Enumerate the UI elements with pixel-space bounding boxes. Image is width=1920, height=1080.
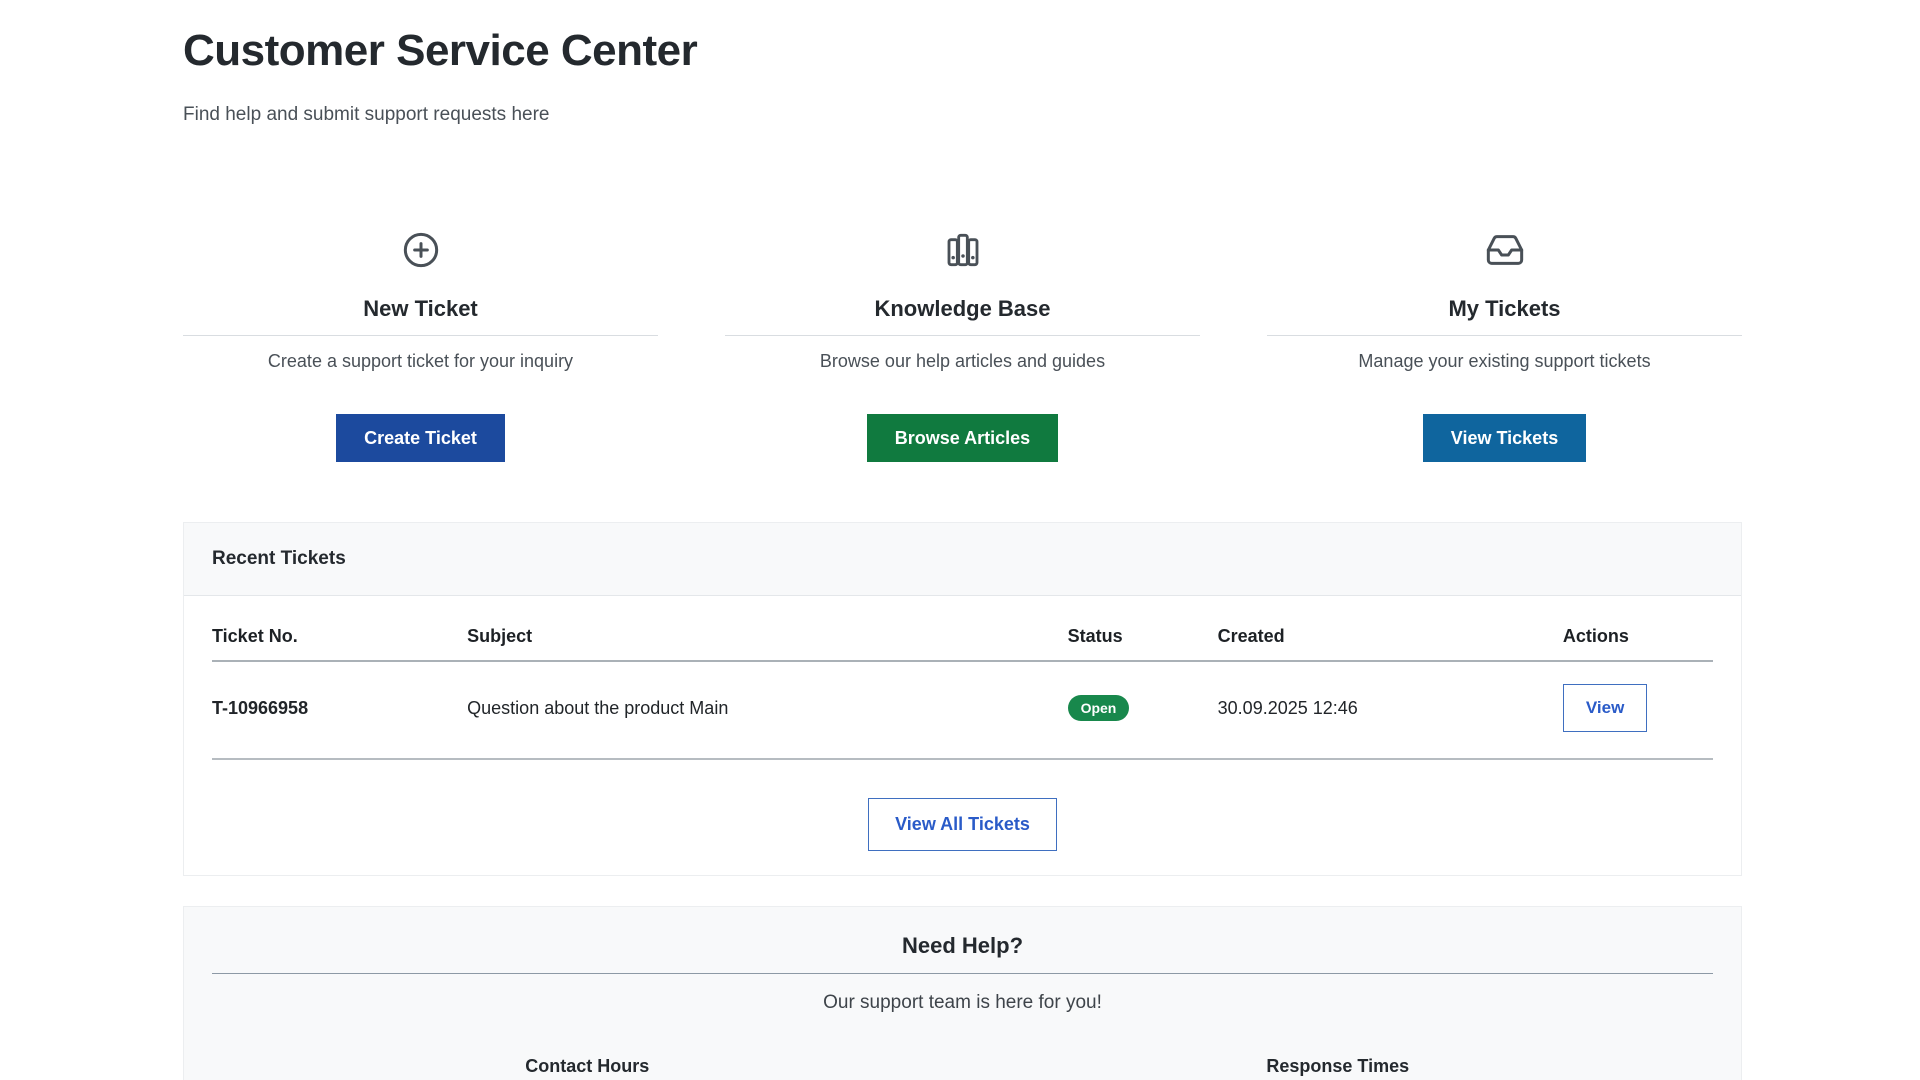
view-all-tickets-button[interactable]: View All Tickets	[868, 798, 1057, 851]
table-header-row: Ticket No. Subject Status Created Action…	[212, 626, 1713, 661]
need-help-panel: Need Help? Our support team is here for …	[183, 906, 1742, 1080]
response-times-heading: Response Times	[963, 1056, 1714, 1077]
inbox-icon	[1267, 230, 1742, 270]
page-container: Customer Service Center Find help and su…	[183, 0, 1742, 1080]
recent-tickets-title: Recent Tickets	[184, 523, 1741, 596]
ticket-number: T-10966958	[212, 661, 467, 759]
recent-tickets-panel: Recent Tickets Ticket No. Subject Status…	[183, 522, 1742, 876]
feature-title: New Ticket	[183, 296, 658, 322]
ticket-subject: Question about the product Main	[467, 661, 1067, 759]
column-header-actions: Actions	[1563, 626, 1713, 661]
column-header-subject: Subject	[467, 626, 1067, 661]
feature-new-ticket: New Ticket Create a support ticket for y…	[183, 230, 658, 462]
browse-articles-button[interactable]: Browse Articles	[867, 414, 1058, 462]
column-header-created: Created	[1218, 626, 1563, 661]
page-title: Customer Service Center	[183, 26, 1742, 76]
view-ticket-button[interactable]: View	[1563, 684, 1647, 732]
column-header-status: Status	[1068, 626, 1218, 661]
feature-description: Browse our help articles and guides	[725, 351, 1200, 372]
library-icon	[725, 230, 1200, 270]
need-help-title: Need Help?	[212, 933, 1713, 959]
feature-my-tickets: My Tickets Manage your existing support …	[1267, 230, 1742, 462]
recent-tickets-body: Ticket No. Subject Status Created Action…	[184, 596, 1741, 875]
contact-hours-heading: Contact Hours	[212, 1056, 963, 1077]
contact-hours-block: Contact Hours Monday - Friday: 9:00 AM -…	[212, 1056, 963, 1080]
column-header-ticket-no: Ticket No.	[212, 626, 467, 661]
feature-title: My Tickets	[1267, 296, 1742, 322]
feature-description: Manage your existing support tickets	[1267, 351, 1742, 372]
ticket-created-date: 30.09.2025 12:46	[1218, 661, 1563, 759]
need-help-subtitle: Our support team is here for you!	[212, 992, 1713, 1014]
response-times-block: Response Times We typically respond with…	[963, 1056, 1714, 1080]
feature-cards-row: New Ticket Create a support ticket for y…	[183, 230, 1742, 462]
feature-description: Create a support ticket for your inquiry	[183, 351, 658, 372]
view-tickets-button[interactable]: View Tickets	[1423, 414, 1586, 462]
divider	[1267, 335, 1742, 336]
feature-title: Knowledge Base	[725, 296, 1200, 322]
create-ticket-button[interactable]: Create Ticket	[336, 414, 505, 462]
status-badge: Open	[1068, 695, 1130, 721]
divider	[183, 335, 658, 336]
tickets-table: Ticket No. Subject Status Created Action…	[212, 626, 1713, 760]
table-row: T-10966958 Question about the product Ma…	[212, 661, 1713, 759]
feature-knowledge-base: Knowledge Base Browse our help articles …	[725, 230, 1200, 462]
divider	[212, 973, 1713, 974]
page-subtitle: Find help and submit support requests he…	[183, 104, 1742, 126]
divider	[725, 335, 1200, 336]
circle-plus-icon	[183, 230, 658, 270]
